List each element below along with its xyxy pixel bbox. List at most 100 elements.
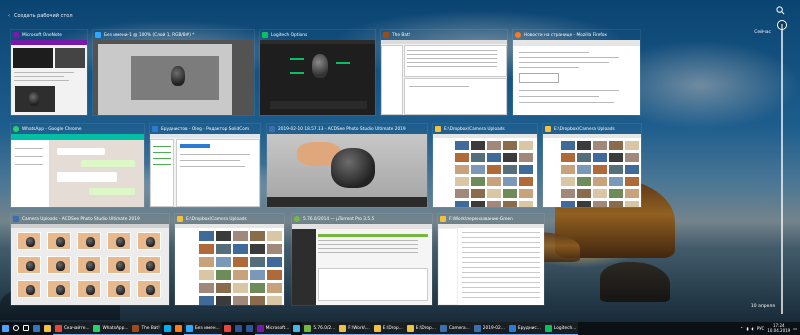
- file-thumbnail: [577, 153, 591, 162]
- timeline-date-label: 10 апреля: [750, 304, 775, 309]
- taskbar-item[interactable]: [173, 322, 184, 335]
- photo-thumbnail: [77, 232, 101, 250]
- window-card-thebat[interactable]: The Bat!: [380, 29, 508, 116]
- thebat-icon: [383, 32, 389, 38]
- window-title: Еруднистов - Oleg - Редактор SolidCom: [161, 126, 250, 132]
- network-icon[interactable]: ▮: [746, 326, 748, 331]
- onenote-icon: [256, 324, 264, 332]
- taskbar-item[interactable]: [244, 322, 255, 335]
- file-thumbnail: [233, 231, 248, 241]
- window-card-photoshop[interactable]: Без имени-1 @ 100% (Слой 1, RGB/8#) *: [92, 29, 255, 116]
- window-card-acdsee-photo[interactable]: 2019-02-10 18.57.13 - ACDSee Photo Studi…: [266, 123, 428, 208]
- word-icon: [245, 324, 253, 332]
- photoshop-icon: [95, 32, 101, 38]
- file-thumbnail: [561, 141, 575, 150]
- utorrent-icon: [304, 324, 312, 332]
- taskbar-item-label: 5.76.0/2...: [313, 325, 336, 331]
- window-card-firefox[interactable]: Новости на странице - Mozilla Firefox: [512, 29, 641, 116]
- folder-icon: [545, 126, 551, 132]
- window-card-logitech-options[interactable]: Logitech Options: [259, 29, 376, 116]
- taskbar-item-label: Без имен...: [194, 325, 220, 331]
- taskbar-item[interactable]: [21, 322, 31, 335]
- taskbar-item[interactable]: E:\Drop...: [404, 322, 438, 335]
- file-thumbnail: [233, 296, 248, 305]
- window-thumbnail: [260, 40, 375, 115]
- timeline-handle[interactable]: [777, 20, 787, 30]
- word-icon: [234, 324, 242, 332]
- language-indicator[interactable]: РУС: [757, 326, 765, 331]
- window-thumbnail: [11, 224, 169, 305]
- taskbar-item[interactable]: [11, 322, 21, 335]
- taskbar-item[interactable]: E:\Drop...: [371, 322, 405, 335]
- acdsee-icon: [269, 126, 275, 132]
- clock[interactable]: 17:24 10.04.2019: [767, 323, 790, 333]
- window-card-explorer-2[interactable]: E:\Dropbox\Camera Uploads: [542, 123, 642, 208]
- photo-thumbnail: [137, 232, 161, 250]
- photo-thumbnail: [47, 256, 71, 274]
- up-arrow-icon[interactable]: ⌃: [740, 326, 743, 331]
- taskbar-item[interactable]: [162, 322, 173, 335]
- taskbar-item[interactable]: [291, 322, 302, 335]
- firefox-icon: [174, 324, 182, 332]
- taskbar-item[interactable]: Camera...: [437, 322, 472, 335]
- window-thumbnail: [11, 40, 87, 115]
- timeline-scrollbar[interactable]: [781, 24, 783, 314]
- taskbar-item-label: E:\Drop...: [382, 325, 403, 331]
- file-thumbnail: [250, 244, 265, 254]
- window-card-editor[interactable]: Еруднистов - Oleg - Редактор SolidCom: [149, 123, 261, 208]
- windows-start-icon: [2, 324, 9, 332]
- notification-center-icon[interactable]: ▭: [793, 326, 797, 331]
- file-thumbnail: [625, 165, 639, 174]
- file-row: [462, 287, 540, 288]
- taskbar-item[interactable]: Microsoft...: [254, 322, 292, 335]
- file-thumbnail: [455, 201, 469, 207]
- file-thumbnail: [519, 177, 533, 186]
- taskbar-item[interactable]: 5.76.0/2...: [302, 322, 338, 335]
- file-row: [462, 292, 540, 293]
- window-card-explorer-3[interactable]: E:\Dropbox\Camera Uploads: [174, 213, 285, 306]
- taskbar-item[interactable]: Еруднис...: [506, 322, 543, 335]
- taskbar-item[interactable]: 2019-02...: [471, 322, 507, 335]
- window-card-utorrent[interactable]: 5.76.0/2014 — µTorrent Pro 3.5.5: [291, 213, 433, 306]
- file-row: [462, 247, 540, 248]
- folder-icon: [435, 126, 441, 132]
- taskbar-item[interactable]: Скачайте...: [53, 322, 92, 335]
- window-card-whatsapp[interactable]: WhatsApp - Google Chrome: [10, 123, 145, 208]
- taskbar-item[interactable]: Logitech...: [542, 322, 579, 335]
- window-title: Без имени-1 @ 100% (Слой 1, RGB/8#) *: [104, 32, 195, 38]
- window-thumbnail: [175, 224, 284, 305]
- window-thumbnail: [543, 134, 641, 207]
- taskbar-item[interactable]: [42, 322, 53, 335]
- file-thumbnail: [593, 165, 607, 174]
- taskbar-item-label: Camera...: [448, 325, 470, 331]
- file-thumbnail: [503, 201, 517, 207]
- window-title: 2019-02-10 18.57.13 - ACDSee Photo Studi…: [278, 126, 406, 132]
- file-thumbnail: [577, 177, 591, 186]
- window-thumbnail: [438, 224, 544, 305]
- taskbar-item[interactable]: F:\Work\...: [337, 322, 372, 335]
- volume-icon[interactable]: ◖: [752, 326, 754, 331]
- window-card-explorer-4[interactable]: F:\Work\переназвание-Green: [437, 213, 545, 306]
- window-card-acdsee-camera[interactable]: Camera Uploads - ACDSee Photo Studio Ult…: [10, 213, 170, 306]
- folder-icon: [177, 216, 183, 222]
- file-thumbnail: [471, 189, 485, 198]
- photo-thumbnail: [47, 232, 71, 250]
- search-icon[interactable]: [776, 6, 785, 15]
- timeline-now-label: Сейчас: [754, 30, 771, 35]
- logitech-icon: [544, 324, 552, 332]
- window-card-explorer-1[interactable]: E:\Dropbox\Camera Uploads: [432, 123, 538, 208]
- file-thumbnail: [503, 189, 517, 198]
- taskbar-item[interactable]: The Bat!: [130, 322, 162, 335]
- taskbar-item[interactable]: [31, 322, 42, 335]
- taskbar-item[interactable]: Без имен...: [183, 322, 222, 335]
- window-thumbnail: [11, 134, 144, 207]
- file-row: [462, 272, 540, 273]
- file-thumbnail: [267, 296, 282, 305]
- taskbar-item[interactable]: [233, 322, 244, 335]
- new-desktop-button[interactable]: ‹ Создать рабочий стол: [8, 13, 73, 19]
- taskbar-item[interactable]: [0, 322, 11, 335]
- taskbar-item[interactable]: WhatsApp...: [91, 322, 131, 335]
- window-card-onenote[interactable]: Microsoft OneNote: [10, 29, 88, 116]
- photo-thumbnail: [17, 280, 41, 298]
- taskbar-item[interactable]: [222, 322, 233, 335]
